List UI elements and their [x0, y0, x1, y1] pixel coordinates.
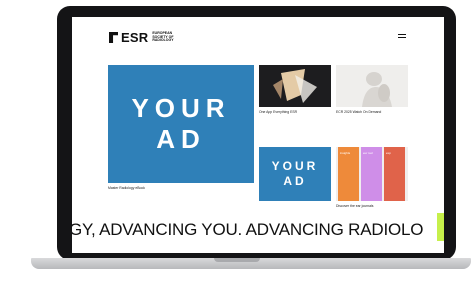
ad-banner-small[interactable]: YOUR AD: [259, 147, 331, 201]
journal-cover-2: eur rad: [361, 147, 382, 201]
marquee-text: GY, ADVANCING YOU. ADVANCING RADIOLO: [72, 220, 424, 239]
ad-large-caption[interactable]: Master Radiology eBook: [108, 186, 145, 190]
journal-2-title: eur rad: [363, 151, 373, 155]
logo-subtext: EUROPEAN SOCIETY OF RADIOLOGY: [152, 30, 174, 43]
logo-text: ESR: [121, 30, 149, 45]
site-header: ESR EUROPEAN SOCIETY OF RADIOLOGY: [72, 17, 444, 53]
journal-3-title: exp: [386, 151, 391, 155]
esr-logo-mark: [109, 32, 118, 43]
journal-cover-3: exp: [384, 147, 405, 201]
ad-small-text: YOUR AD: [271, 159, 319, 188]
hamburger-menu-icon[interactable]: [398, 34, 406, 40]
ecr-card-image[interactable]: [336, 65, 408, 107]
abstract-shape-image: [259, 65, 331, 107]
ecr-card-caption[interactable]: ECR 2025 Watch On Demand: [336, 110, 381, 114]
journal-cover-1: insights: [338, 147, 359, 201]
event-card-caption[interactable]: One App Everything ESR: [259, 110, 297, 114]
journals-card-caption[interactable]: Discover the ear journals: [336, 204, 374, 208]
feedback-tab[interactable]: [437, 213, 444, 241]
statue-image: [336, 65, 408, 107]
esr-logo[interactable]: ESR EUROPEAN SOCIETY OF RADIOLOGY: [109, 30, 176, 45]
journal-1-title: insights: [340, 151, 351, 155]
event-card-image[interactable]: [259, 65, 331, 107]
ad-large-text: YOUR AD: [131, 93, 231, 154]
laptop-screen: ESR EUROPEAN SOCIETY OF RADIOLOGY YOUR A…: [72, 17, 444, 253]
laptop-notch: [214, 258, 260, 262]
ad-banner-large[interactable]: YOUR AD: [108, 65, 254, 183]
journals-card-image[interactable]: insights eur rad exp: [336, 147, 408, 201]
